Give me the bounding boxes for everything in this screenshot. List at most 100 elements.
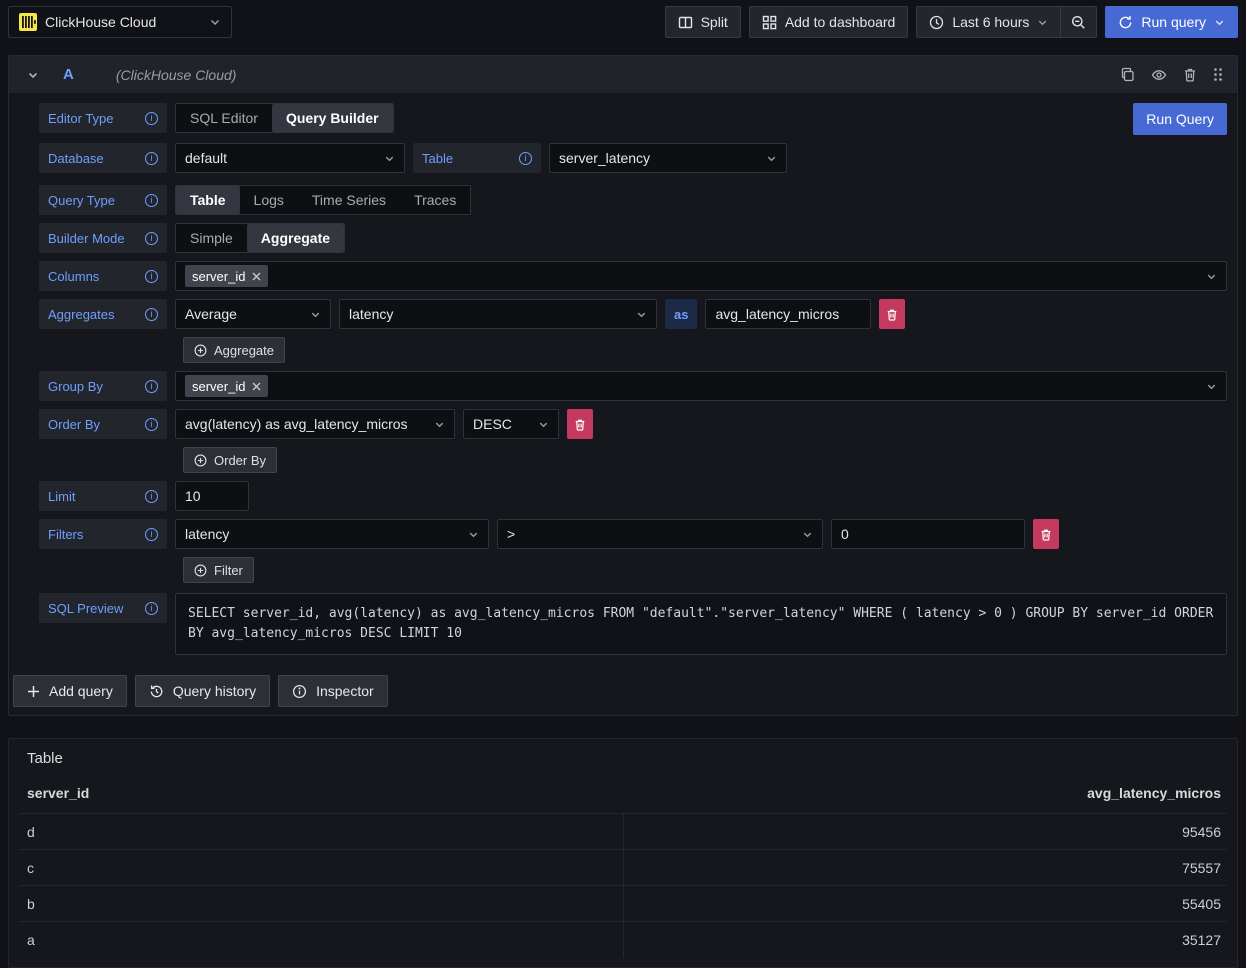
close-icon[interactable] bbox=[252, 272, 261, 281]
limit-row: Limit bbox=[39, 481, 1227, 511]
chevron-down-icon bbox=[1206, 381, 1217, 392]
group-by-label: Group By bbox=[39, 371, 167, 401]
info-circle-icon[interactable] bbox=[145, 152, 158, 165]
add-filter-button[interactable]: Filter bbox=[183, 557, 254, 583]
table-select[interactable]: server_latency bbox=[549, 143, 787, 173]
filter-value-input[interactable] bbox=[831, 519, 1025, 549]
group-by-multiselect[interactable]: server_id bbox=[175, 371, 1227, 401]
order-by-row: Order By avg(latency) as avg_latency_mic… bbox=[39, 409, 1227, 439]
plus-circle-icon bbox=[194, 344, 207, 357]
run-query-button-toolbar[interactable]: Run query bbox=[1105, 6, 1238, 38]
sql-preview-text: SELECT server_id, avg(latency) as avg_la… bbox=[175, 593, 1227, 655]
split-label: Split bbox=[701, 14, 728, 30]
remove-filter-button[interactable] bbox=[1033, 519, 1059, 549]
builder-mode-simple[interactable]: Simple bbox=[176, 224, 247, 252]
chevron-down-icon[interactable] bbox=[1214, 17, 1225, 28]
info-circle-icon[interactable] bbox=[519, 152, 532, 165]
query-history-button[interactable]: Query history bbox=[135, 675, 270, 707]
drag-handle-icon[interactable] bbox=[1213, 67, 1223, 82]
chevron-down-icon bbox=[1206, 271, 1217, 282]
order-by-field-select[interactable]: avg(latency) as avg_latency_micros bbox=[175, 409, 455, 439]
trash-icon bbox=[574, 418, 586, 431]
limit-input[interactable] bbox=[175, 481, 249, 511]
table-header-row: server_id avg_latency_micros bbox=[19, 781, 1227, 814]
chevron-down-icon bbox=[434, 419, 445, 430]
sql-editor-option[interactable]: SQL Editor bbox=[176, 104, 272, 132]
datasource-name: ClickHouse Cloud bbox=[45, 14, 201, 30]
plus-icon bbox=[27, 685, 40, 698]
group-by-chip: server_id bbox=[185, 375, 268, 397]
info-circle-icon[interactable] bbox=[145, 308, 158, 321]
info-circle-icon[interactable] bbox=[145, 270, 158, 283]
cell-server-id: d bbox=[19, 814, 623, 850]
order-by-direction-select[interactable]: DESC bbox=[463, 409, 559, 439]
explore-toolbar: ClickHouse Cloud Split Add to dashboard … bbox=[0, 0, 1246, 44]
add-order-by-button[interactable]: Order By bbox=[183, 447, 277, 473]
history-icon bbox=[149, 684, 164, 699]
trash-icon bbox=[1040, 528, 1052, 541]
remove-order-by-button[interactable] bbox=[567, 409, 593, 439]
aggregate-column-select[interactable]: latency bbox=[339, 299, 657, 329]
query-type-table[interactable]: Table bbox=[176, 186, 240, 214]
info-circle-icon[interactable] bbox=[145, 528, 158, 541]
query-type-row: Query Type Table Logs Time Series Traces bbox=[39, 185, 1227, 215]
close-icon[interactable] bbox=[252, 382, 261, 391]
info-circle-icon[interactable] bbox=[145, 418, 158, 431]
clickhouse-logo-icon bbox=[19, 13, 37, 31]
info-circle-icon bbox=[292, 684, 307, 699]
query-editor-card: A (ClickHouse Cloud) Editor Type bbox=[8, 55, 1238, 716]
query-ref-id[interactable]: A bbox=[63, 66, 74, 83]
query-type-logs[interactable]: Logs bbox=[240, 186, 298, 214]
column-header-server-id[interactable]: server_id bbox=[19, 781, 623, 814]
info-circle-icon[interactable] bbox=[145, 490, 158, 503]
split-button[interactable]: Split bbox=[665, 6, 741, 38]
add-query-button[interactable]: Add query bbox=[13, 675, 127, 707]
cell-avg-latency: 55405 bbox=[623, 886, 1227, 922]
database-select[interactable]: default bbox=[175, 143, 405, 173]
add-aggregate-button[interactable]: Aggregate bbox=[183, 337, 285, 363]
clock-icon bbox=[929, 15, 944, 30]
query-type-traces[interactable]: Traces bbox=[400, 186, 470, 214]
query-editor-footer: Add query Query history Inspector bbox=[9, 655, 1237, 715]
add-filter-subrow: Filter bbox=[183, 557, 1227, 583]
info-circle-icon[interactable] bbox=[145, 380, 158, 393]
copy-query-icon[interactable] bbox=[1120, 67, 1135, 82]
group-by-row: Group By server_id bbox=[39, 371, 1227, 401]
delete-query-trash-icon[interactable] bbox=[1183, 67, 1197, 82]
filters-label: Filters bbox=[39, 519, 167, 549]
info-circle-icon[interactable] bbox=[145, 232, 158, 245]
aggregate-alias-input[interactable] bbox=[705, 299, 871, 329]
builder-mode-aggregate[interactable]: Aggregate bbox=[247, 224, 344, 252]
query-type-time-series[interactable]: Time Series bbox=[298, 186, 400, 214]
inspector-button[interactable]: Inspector bbox=[278, 675, 388, 707]
collapse-chevron-icon[interactable] bbox=[27, 69, 39, 81]
filter-operator-select[interactable]: > bbox=[497, 519, 823, 549]
cell-server-id: a bbox=[19, 922, 623, 958]
info-circle-icon[interactable] bbox=[145, 112, 158, 125]
remove-aggregate-button[interactable] bbox=[879, 299, 905, 329]
cell-server-id: b bbox=[19, 886, 623, 922]
editor-type-row: Editor Type SQL Editor Query Builder Run… bbox=[39, 103, 1227, 135]
info-circle-icon[interactable] bbox=[145, 194, 158, 207]
info-circle-icon[interactable] bbox=[145, 602, 158, 615]
datasource-picker[interactable]: ClickHouse Cloud bbox=[8, 6, 232, 38]
chevron-down-icon bbox=[1037, 17, 1048, 28]
chevron-down-icon bbox=[384, 153, 395, 164]
query-editor-header: A (ClickHouse Cloud) bbox=[9, 56, 1237, 93]
add-to-dashboard-button[interactable]: Add to dashboard bbox=[749, 6, 909, 38]
builder-mode-row: Builder Mode Simple Aggregate bbox=[39, 223, 1227, 253]
time-zoom-out-button[interactable] bbox=[1061, 6, 1097, 38]
column-header-avg-latency[interactable]: avg_latency_micros bbox=[623, 781, 1227, 814]
aggregate-function-select[interactable]: Average bbox=[175, 299, 331, 329]
filters-row: Filters latency > bbox=[39, 519, 1227, 549]
hide-query-eye-icon[interactable] bbox=[1151, 67, 1167, 83]
zoom-out-icon bbox=[1071, 15, 1086, 30]
plus-circle-icon bbox=[194, 454, 207, 467]
run-query-button-editor[interactable]: Run Query bbox=[1133, 103, 1227, 135]
cell-avg-latency: 75557 bbox=[623, 850, 1227, 886]
query-builder-option[interactable]: Query Builder bbox=[272, 104, 393, 132]
columns-multiselect[interactable]: server_id bbox=[175, 261, 1227, 291]
filter-field-select[interactable]: latency bbox=[175, 519, 489, 549]
time-range-picker[interactable]: Last 6 hours bbox=[916, 6, 1061, 38]
query-datasource-hint: (ClickHouse Cloud) bbox=[116, 67, 237, 83]
